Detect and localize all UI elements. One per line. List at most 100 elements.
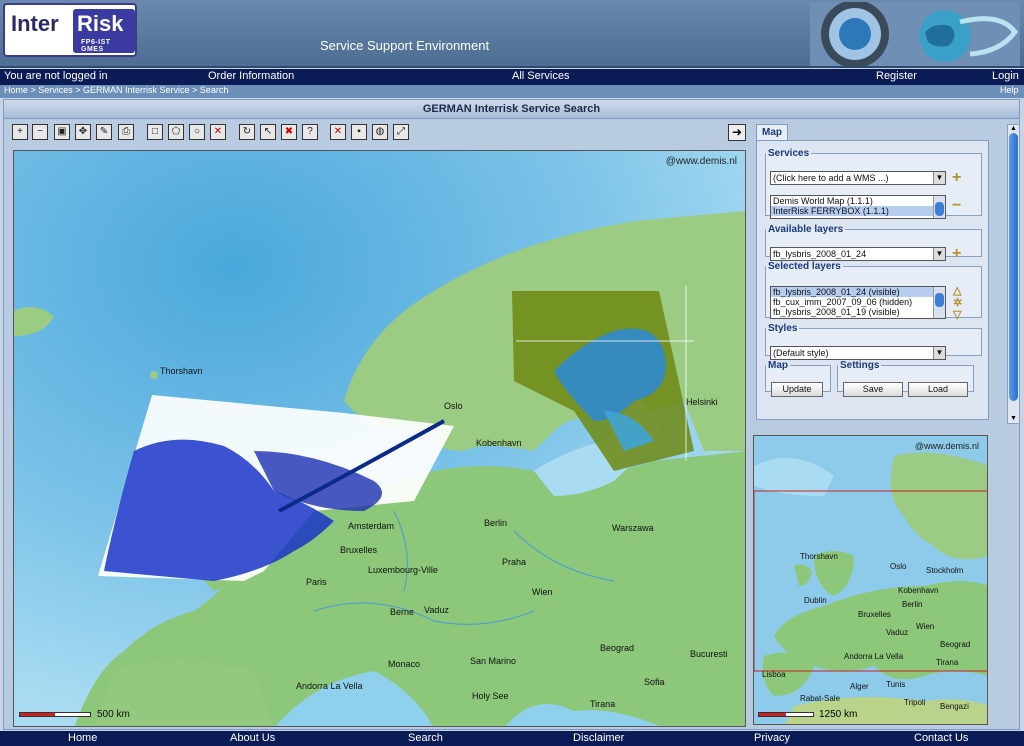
identify-icon[interactable]: ✎ [96,124,112,140]
breadcrumb-path[interactable]: Home > Services > GERMAN Interrisk Servi… [4,85,228,95]
place-label: Bruxelles [858,610,891,619]
available-layers-select-value: fb_lysbris_2008_01_24 [773,249,867,259]
scrollbar-thumb[interactable] [1009,133,1018,401]
overview-credit: @www.demis.nl [914,441,979,451]
main-map[interactable]: @www.demis.nl Thorshavn Oslo Kobenhavn B… [13,150,746,727]
zoom-in-icon[interactable]: + [12,124,28,140]
footer-search-link[interactable]: Search [408,732,443,744]
remove-service-minus-icon[interactable]: − [952,198,961,214]
chevron-down-icon: ▼ [933,347,945,359]
place-label: Bruxelles [340,545,378,555]
zoom-box-icon[interactable]: ▣ [54,124,70,140]
scroll-down-icon[interactable]: ▼ [1008,415,1019,423]
footer-home-link[interactable]: Home [68,732,97,744]
zoom-out-icon[interactable]: − [32,124,48,140]
list-item[interactable]: Demis World Map (1.1.1) [771,196,945,206]
place-label: Sofia [644,677,665,687]
update-button[interactable]: Update [771,382,823,397]
styles-select-value: (Default style) [773,348,829,358]
map-settings-panel: Services (Click here to add a WMS ...) ▼… [756,140,989,420]
site-title: Service Support Environment [320,38,490,53]
styles-select[interactable]: (Default style) ▼ [770,346,946,360]
add-service-plus-icon[interactable]: + [952,170,961,186]
add-layer-plus-icon[interactable]: + [952,246,961,262]
services-list[interactable]: Demis World Map (1.1.1) InterRisk FERRYB… [770,195,946,219]
services-legend: Services [768,148,810,159]
services-list-scrollbar[interactable] [933,196,945,218]
place-label: Bucuresti [690,649,728,659]
place-label: Thorshavn [800,552,838,561]
list-item[interactable]: fb_lysbris_2008_01_24 (visible) [771,287,945,297]
load-button[interactable]: Load [908,382,968,397]
services-group: Services (Click here to add a WMS ...) ▼… [765,148,982,219]
logo-text-risk: Risk [77,11,124,36]
save-button[interactable]: Save [843,382,903,397]
breadcrumb: Home > Services > GERMAN Interrisk Servi… [0,85,1024,98]
help-link[interactable]: Help [1000,85,1019,95]
place-label: Vaduz [424,605,449,615]
search-panel: GERMAN Interrisk Service Search + − ▣ ✥ … [3,99,1020,730]
full-extent-icon[interactable]: ⤢ [393,124,409,140]
place-label: Vaduz [886,628,909,637]
available-layers-select[interactable]: fb_lysbris_2008_01_24 ▼ [770,247,946,261]
query-icon[interactable]: ? [302,124,318,140]
rectangle-icon[interactable]: □ [147,124,163,140]
settings-group-legend: Settings [840,360,880,371]
globe-icon[interactable]: ◍ [372,124,388,140]
place-label: Stockholm [926,566,964,575]
interrisk-logo[interactable]: Inter Risk FP6-IST GMES [3,3,137,57]
place-label: Luxembourg-Ville [368,565,438,575]
place-label: Andorra La Vella [844,652,904,661]
place-label: Thorshavn [160,366,203,376]
refresh-icon[interactable]: ↻ [239,124,255,140]
move-layer-down-icon[interactable]: ▽ [953,308,961,322]
place-label: Oslo [444,401,463,411]
clear-shape-icon[interactable]: ✕ [210,124,226,140]
services-select[interactable]: (Click here to add a WMS ...) ▼ [770,171,946,185]
styles-group: Styles (Default style) ▼ [765,323,982,360]
list-item[interactable]: fb_cux_imm_2007_09_06 (hidden) [771,297,945,307]
overview-scale: 1250 km [758,709,857,720]
place-label: Tunis [886,680,906,689]
login-link[interactable]: Login [992,70,1019,82]
print-icon[interactable]: ⎙ [118,124,134,140]
order-information-link[interactable]: Order Information [208,70,294,82]
footer-contact-link[interactable]: Contact Us [914,732,968,744]
register-link[interactable]: Register [876,70,917,82]
selected-layers-list[interactable]: fb_lysbris_2008_01_24 (visible) fb_cux_i… [770,286,946,319]
place-label: Berlin [902,600,923,609]
all-services-link[interactable]: All Services [512,70,569,82]
place-label: San Marino [470,656,517,666]
delete-icon[interactable]: ✖ [281,124,297,140]
footer-privacy-link[interactable]: Privacy [754,732,790,744]
circle-icon[interactable]: ○ [189,124,205,140]
remove-icon[interactable]: ✕ [330,124,346,140]
selected-layers-group: Selected layers fb_lysbris_2008_01_24 (v… [765,261,982,321]
place-label: Tirana [590,699,616,709]
scale-bar [19,712,91,717]
logo-risk-box: Risk FP6-IST GMES [73,9,135,53]
place-label: Tirana [936,658,959,667]
scroll-up-icon[interactable]: ▲ [1008,125,1019,133]
place-label: Lisboa [762,670,786,679]
place-label: Paris [306,577,327,587]
list-item[interactable]: InterRisk FERRYBOX (1.1.1) [771,206,945,216]
tab-map[interactable]: Map [756,124,788,141]
footer-about-link[interactable]: About Us [230,732,275,744]
save-icon[interactable]: ▪ [351,124,367,140]
pan-icon[interactable]: ✥ [75,124,91,140]
logo-text-inter: Inter [11,11,59,36]
footer-disclaimer-link[interactable]: Disclaimer [573,732,624,744]
select-arrow-icon[interactable]: ↖ [260,124,276,140]
toggle-sidebar-arrow-icon[interactable]: ➜ [728,124,746,141]
chevron-down-icon: ▼ [933,248,945,260]
polygon-icon[interactable]: ⬠ [168,124,184,140]
sidebar-scrollbar[interactable]: ▲ ▼ [1007,124,1020,424]
list-item[interactable]: fb_lysbris_2008_01_19 (visible) [771,307,945,317]
overview-canvas [754,436,987,724]
selected-layers-scrollbar[interactable] [933,287,945,318]
top-nav: You are not logged in Order Information … [0,69,1024,85]
overview-scale-label: 1250 km [819,709,858,720]
services-select-value: (Click here to add a WMS ...) [773,173,889,183]
overview-map[interactable]: @www.demis.nl Thorshavn Oslo Stockholm K… [753,435,988,725]
